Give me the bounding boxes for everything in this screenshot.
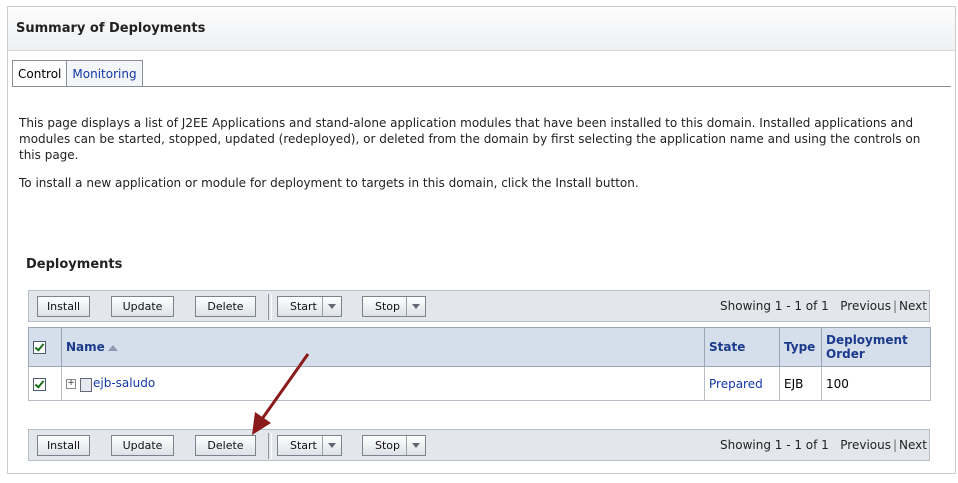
checkbox-icon[interactable] <box>33 377 46 391</box>
start-split-button[interactable]: Start <box>277 296 342 317</box>
delete-button[interactable]: Delete <box>195 435 256 456</box>
name-column-header[interactable]: Name <box>61 327 705 367</box>
bottom-toolbar: Install Update Delete Start Stop Showing… <box>28 429 930 461</box>
update-button[interactable]: Update <box>111 296 174 317</box>
type-column-header[interactable]: Type <box>779 327 822 367</box>
sort-ascending-icon[interactable] <box>107 344 118 351</box>
section-title: Deployments <box>26 257 123 272</box>
state-column-header[interactable]: State <box>704 327 780 367</box>
row-select-cell[interactable] <box>28 366 62 401</box>
install-button[interactable]: Install <box>37 435 90 456</box>
application-icon <box>80 377 92 392</box>
pager: Showing 1 - 1 of 1 Previous | Next <box>720 438 927 452</box>
checkbox-icon[interactable] <box>33 341 46 354</box>
panel-title: Summary of Deployments <box>8 7 955 51</box>
install-button[interactable]: Install <box>37 296 90 317</box>
showing-count: Showing 1 - 1 of 1 <box>720 438 829 452</box>
order-column-header[interactable]: Deployment Order <box>821 327 931 367</box>
previous-link[interactable]: Previous <box>840 438 891 452</box>
table-header-row: Name State Type Deployment Order <box>28 327 931 367</box>
top-toolbar: Install Update Delete Start Stop Showing… <box>28 290 930 322</box>
start-label: Start <box>290 300 317 313</box>
type-cell: EJB <box>779 366 822 401</box>
intro-paragraph-1: This page displays a list of J2EE Applic… <box>19 116 921 162</box>
order-cell: 100 <box>821 366 931 401</box>
start-label: Start <box>290 439 317 452</box>
deployments-table: Name State Type Deployment Order + ejb-sa… <box>28 327 931 401</box>
tab-bar: Control Monitoring <box>12 60 143 87</box>
tab-control[interactable]: Control <box>12 60 68 87</box>
stop-label: Stop <box>375 439 401 452</box>
chevron-down-icon[interactable] <box>322 297 341 316</box>
state-link[interactable]: Prepared <box>709 377 763 391</box>
chevron-down-icon[interactable] <box>406 436 425 455</box>
expand-icon[interactable]: + <box>66 378 76 389</box>
previous-link[interactable]: Previous <box>840 299 891 313</box>
deployments-panel: Summary of Deployments <box>7 6 956 474</box>
stop-label: Stop <box>375 300 401 313</box>
next-link[interactable]: Next <box>899 438 927 452</box>
name-cell: + ejb-saludo <box>61 366 705 401</box>
toolbar-separator <box>268 294 272 320</box>
select-all-header[interactable] <box>28 327 62 367</box>
stop-split-button[interactable]: Stop <box>362 296 426 317</box>
start-split-button[interactable]: Start <box>277 435 342 456</box>
chevron-down-icon[interactable] <box>406 297 425 316</box>
next-link[interactable]: Next <box>899 299 927 313</box>
delete-button[interactable]: Delete <box>195 296 256 317</box>
toolbar-separator <box>268 433 272 459</box>
intro-paragraph-2: To install a new application or module f… <box>19 176 639 190</box>
name-header-label: Name <box>66 340 105 354</box>
intro-text: This page displays a list of J2EE Applic… <box>19 115 939 203</box>
pager: Showing 1 - 1 of 1 Previous | Next <box>720 299 927 313</box>
chevron-down-icon[interactable] <box>322 436 341 455</box>
update-button[interactable]: Update <box>111 435 174 456</box>
app-name-link[interactable]: ejb-saludo <box>93 376 155 390</box>
table-row: + ejb-saludo Prepared EJB 100 <box>28 366 931 401</box>
showing-count: Showing 1 - 1 of 1 <box>720 299 829 313</box>
stop-split-button[interactable]: Stop <box>362 435 426 456</box>
state-cell: Prepared <box>704 366 780 401</box>
tab-divider <box>12 86 951 87</box>
tab-monitoring[interactable]: Monitoring <box>66 60 143 87</box>
